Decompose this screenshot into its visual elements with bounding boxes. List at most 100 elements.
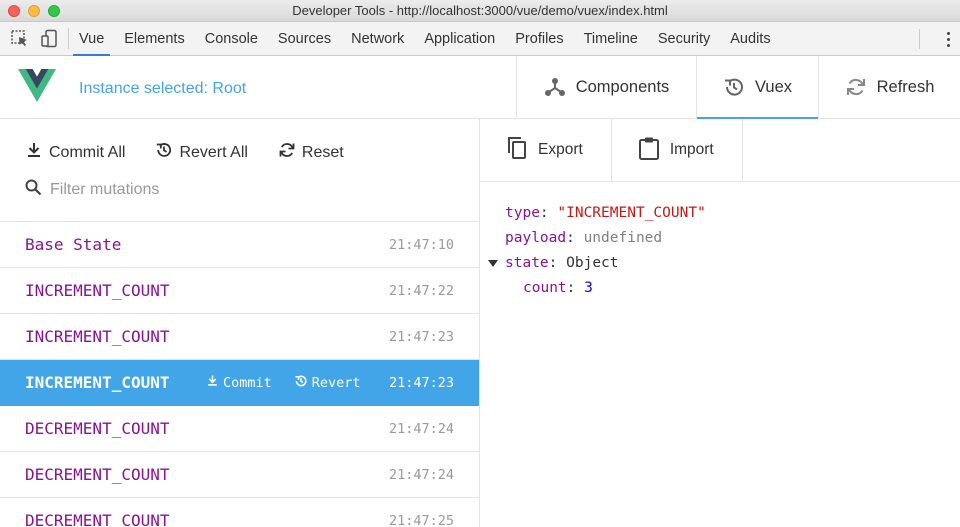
vue-devtools-header: Instance selected: Root Components Vuex … [0,56,960,119]
refresh-label: Refresh [876,77,935,96]
history-actions: Commit All Revert All Reset [25,141,344,164]
devtools-tab-security[interactable]: Security [648,22,720,55]
mutation-state-tree: type: "INCREMENT_COUNT" payload: undefin… [488,201,706,301]
inspector-toolbar: Export Import [480,119,960,182]
export-button[interactable]: Export [480,119,612,181]
type-value: "INCREMENT_COUNT" [557,205,706,221]
count-row: count: 3 [523,280,593,296]
vue-tabs: Components Vuex Refresh [516,56,960,119]
history-icon [723,76,745,98]
refresh-icon [845,76,867,98]
mutation-time: 21:47:23 [388,374,454,391]
devtools-tab-profiles[interactable]: Profiles [505,22,573,55]
count-key: count [523,280,567,296]
mutation-name: INCREMENT_COUNT [25,327,170,346]
mutation-time: 21:47:24 [388,466,454,483]
refresh-icon [278,141,296,164]
devtools-tab-timeline[interactable]: Timeline [574,22,648,55]
payload-value: undefined [583,230,663,246]
search-icon [25,179,42,201]
refresh-button[interactable]: Refresh [818,56,960,118]
mutation-name: DECREMENT_COUNT [25,419,170,438]
mutation-name: DECREMENT_COUNT [25,511,170,527]
mutation-time: 21:47:25 [388,512,454,527]
maximize-window-button[interactable] [48,5,60,17]
components-icon [544,76,566,98]
mutation-list: Base State 21:47:10 INCREMENT_COUNT 21:4… [0,221,479,527]
device-toolbar-icon[interactable] [40,29,60,49]
mutation-inline-actions: Commit Revert [206,374,361,392]
more-options-icon[interactable] [936,31,960,47]
close-window-button[interactable] [8,5,20,17]
vuex-tab[interactable]: Vuex [696,56,818,119]
devtools-tab-network[interactable]: Network [341,22,414,55]
history-icon [294,374,308,392]
devtools-tab-application[interactable]: Application [414,22,505,55]
mutation-name: Base State [25,235,122,254]
window-title: Developer Tools - http://localhost:3000/… [292,3,668,18]
mutation-history-pane: Commit All Revert All Reset Filter mutat… [0,119,480,527]
devtools-tabbar: Vue Elements Console Sources Network App… [0,22,960,56]
download-icon [206,374,219,391]
components-tab[interactable]: Components [516,56,696,118]
devtools-right-controls [919,22,960,56]
revert-mutation-button[interactable]: Revert [294,374,361,392]
type-row: type: "INCREMENT_COUNT" [505,205,706,221]
mutation-entry[interactable]: INCREMENT_COUNT 21:47:23 [0,314,479,360]
devtools-tab-console[interactable]: Console [195,22,268,55]
components-tab-label: Components [575,77,670,96]
download-icon [25,141,43,164]
import-button[interactable]: Import [612,119,743,181]
copy-icon [506,136,528,165]
mutation-entry[interactable]: INCREMENT_COUNT 21:47:22 [0,268,479,314]
devtools-tab-sources[interactable]: Sources [268,22,341,55]
vue-logo-icon [18,69,56,108]
mutation-name: INCREMENT_COUNT [25,281,170,300]
expand-arrow-icon[interactable] [488,260,498,267]
commit-mutation-label: Commit [223,374,272,391]
revert-mutation-label: Revert [311,374,361,391]
payload-row: payload: undefined [505,230,663,246]
history-icon [155,141,173,164]
type-key: type [505,205,540,221]
state-key: state [505,255,549,271]
mutation-time: 21:47:10 [388,236,454,253]
reset-label: Reset [301,143,344,161]
commit-mutation-button[interactable]: Commit [206,374,272,392]
devtools-tab-elements[interactable]: Elements [114,22,194,55]
count-value: 3 [584,280,593,296]
vuex-tab-label: Vuex [755,77,792,96]
instance-selected-label: Instance selected: Root [79,80,247,97]
minimize-window-button[interactable] [28,5,40,17]
import-label: Import [669,141,714,158]
revert-all-button[interactable]: Revert All [155,141,248,164]
mutation-name: INCREMENT_COUNT [25,373,170,392]
devtools-tab-audits[interactable]: Audits [720,22,780,55]
mutation-entry[interactable]: DECREMENT_COUNT 21:47:24 [0,452,479,498]
mutation-entry[interactable]: DECREMENT_COUNT 21:47:24 [0,406,479,452]
revert-all-label: Revert All [179,143,248,161]
window-titlebar: Developer Tools - http://localhost:3000/… [0,0,960,22]
mutation-entry-selected[interactable]: INCREMENT_COUNT Commit Revert 21:47:23 [0,360,479,406]
commit-all-button[interactable]: Commit All [25,141,125,164]
mutation-entry[interactable]: DECREMENT_COUNT 21:47:25 [0,498,479,527]
devtools-tab-vue[interactable]: Vue [69,22,114,56]
mutation-time: 21:47:23 [388,328,454,345]
mutation-entry[interactable]: Base State 21:47:10 [0,222,479,268]
mutation-name: DECREMENT_COUNT [25,465,170,484]
mutation-time: 21:47:24 [388,420,454,437]
filter-mutations [25,179,350,201]
payload-key: payload [505,230,567,246]
toolbar-divider [919,29,920,49]
inspect-element-icon[interactable] [10,29,30,49]
reset-button[interactable]: Reset [278,141,344,164]
devtools-tools [0,28,69,49]
state-value: Object [566,255,619,271]
mutation-time: 21:47:22 [388,282,454,299]
export-label: Export [538,141,583,158]
clipboard-icon [638,136,660,165]
filter-mutations-input[interactable] [50,181,350,199]
commit-all-label: Commit All [49,143,126,161]
state-inspector-pane: Export Import type: "INCREMENT_COUNT" pa… [480,119,960,527]
state-row[interactable]: state: Object [488,251,706,276]
